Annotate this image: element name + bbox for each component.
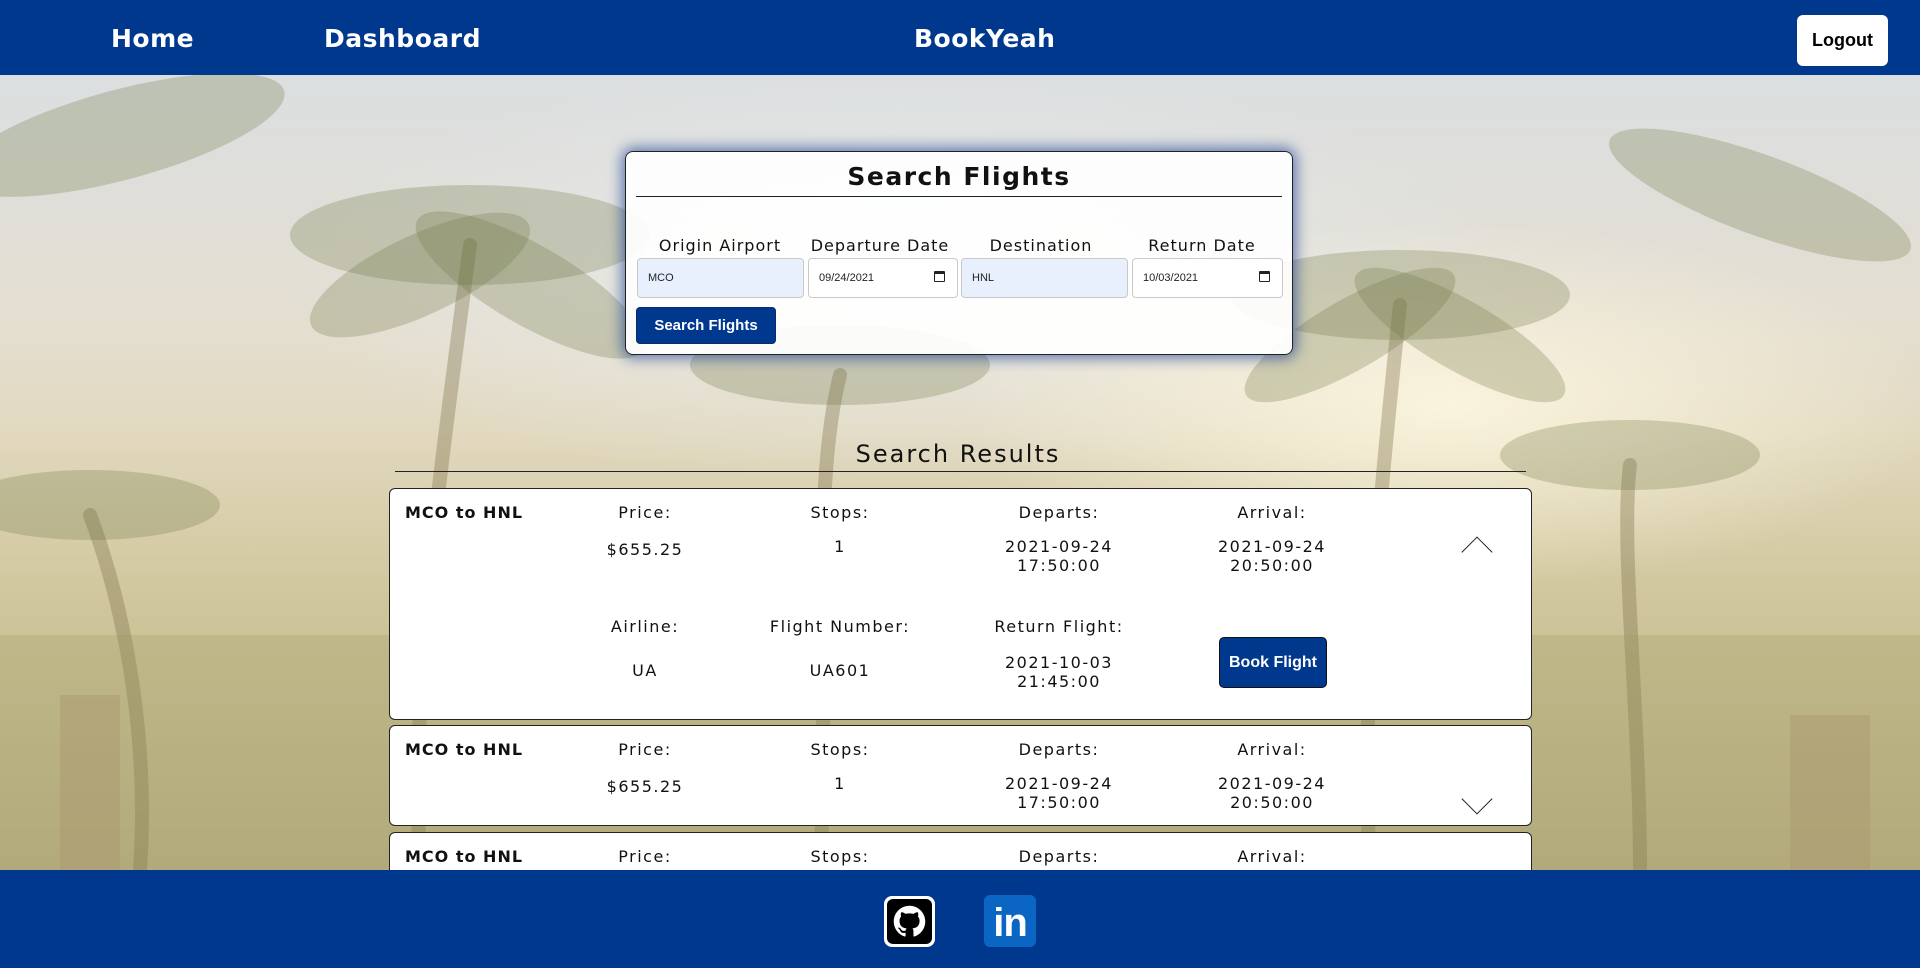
departs-time: 17:50:00 <box>1017 556 1101 575</box>
calendar-icon[interactable] <box>934 271 945 282</box>
calendar-icon[interactable] <box>1259 271 1270 282</box>
departs-time: 17:50:00 <box>1017 793 1101 812</box>
flight-number-label: Flight Number: <box>769 617 911 636</box>
return-date: 2021-10-03 <box>1005 653 1113 672</box>
origin-label: Origin Airport <box>658 236 782 255</box>
arrival-label: Arrival: <box>1237 503 1307 522</box>
departs-label: Departs: <box>1018 740 1100 759</box>
departs-date: 2021-09-24 <box>1005 537 1113 556</box>
arrival-label: Arrival: <box>1237 740 1307 759</box>
stops-label: Stops: <box>810 503 870 522</box>
stops-value: 1 <box>834 774 846 793</box>
departs-value: 2021-09-24 17:50:00 <box>959 774 1159 812</box>
logout-button[interactable]: Logout <box>1797 15 1888 66</box>
arrival-time: 20:50:00 <box>1230 556 1314 575</box>
airline-value: UA <box>632 661 658 680</box>
search-flights-button[interactable]: Search Flights <box>636 307 776 344</box>
return-date-value: 10/03/2021 <box>1143 272 1199 284</box>
arrival-value: 2021-09-24 20:50:00 <box>1172 537 1372 575</box>
arrival-date: 2021-09-24 <box>1218 537 1326 556</box>
departs-label: Departs: <box>1018 847 1100 866</box>
linkedin-icon[interactable]: in <box>984 895 1036 947</box>
flight-route: MCO to HNL <box>405 503 524 522</box>
brand-title[interactable]: BookYeah <box>914 0 1055 75</box>
flight-result-card[interactable]: MCO to HNL Price: Stops: Departs: Arriva… <box>389 488 1532 720</box>
return-flight-value: 2021-10-03 21:45:00 <box>959 653 1159 691</box>
results-divider <box>395 471 1526 472</box>
footer: in <box>0 870 1920 968</box>
airline-label: Airline: <box>610 617 680 636</box>
book-flight-button[interactable]: Book Flight <box>1219 637 1327 688</box>
nav-dashboard-link[interactable]: Dashboard <box>324 0 481 75</box>
flight-route: MCO to HNL <box>405 847 524 866</box>
flight-route: MCO to HNL <box>405 740 524 759</box>
chevron-up-icon[interactable] <box>1461 536 1493 568</box>
departs-value: 2021-09-24 17:50:00 <box>959 537 1159 575</box>
price-label: Price: <box>618 503 672 522</box>
stops-label: Stops: <box>810 847 870 866</box>
price-label: Price: <box>618 740 672 759</box>
departs-date: 2021-09-24 <box>1005 774 1113 793</box>
title-divider <box>636 196 1282 197</box>
nav-home-link[interactable]: Home <box>111 0 194 75</box>
top-navbar: Home Dashboard BookYeah Logout <box>0 0 1920 75</box>
departs-label: Departs: <box>1018 503 1100 522</box>
github-icon-background <box>887 899 932 944</box>
search-flights-panel: Search Flights Origin Airport Departure … <box>625 151 1293 355</box>
return-date-label: Return Date <box>1148 236 1256 255</box>
return-date-input[interactable]: 10/03/2021 <box>1132 258 1283 298</box>
arrival-value: 2021-09-24 20:50:00 <box>1172 774 1372 812</box>
flight-number-value: UA601 <box>809 661 871 680</box>
search-panel-title: Search Flights <box>847 162 1071 191</box>
price-label: Price: <box>618 847 672 866</box>
arrival-date: 2021-09-24 <box>1218 774 1326 793</box>
arrival-label: Arrival: <box>1237 847 1307 866</box>
destination-airport-input[interactable]: HNL <box>961 258 1128 298</box>
price-value: $655.25 <box>606 777 684 796</box>
return-flight-label: Return Flight: <box>994 617 1124 636</box>
arrival-time: 20:50:00 <box>1230 793 1314 812</box>
stops-label: Stops: <box>810 740 870 759</box>
return-time: 21:45:00 <box>1017 672 1101 691</box>
chevron-down-icon[interactable] <box>1461 783 1493 815</box>
stops-value: 1 <box>834 537 846 556</box>
price-value: $655.25 <box>606 540 684 559</box>
departure-date-label: Departure Date <box>810 236 950 255</box>
search-results-title: Search Results <box>855 440 1061 468</box>
flight-result-card[interactable]: MCO to HNL Price: Stops: Departs: Arriva… <box>389 725 1532 826</box>
origin-airport-input[interactable]: MCO <box>637 258 804 298</box>
departure-date-input[interactable]: 09/24/2021 <box>808 258 958 298</box>
github-mark <box>893 905 926 937</box>
departure-date-value: 09/24/2021 <box>819 272 875 284</box>
github-icon[interactable] <box>884 896 935 947</box>
